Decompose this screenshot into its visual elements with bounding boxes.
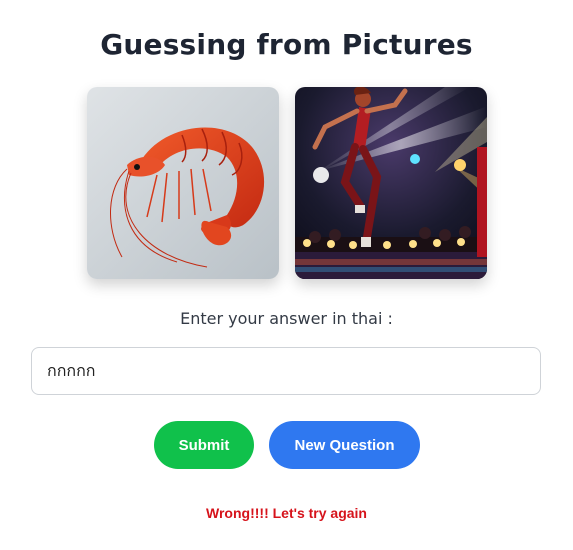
- answer-prompt: Enter your answer in thai :: [180, 309, 393, 328]
- answer-input[interactable]: [31, 347, 541, 395]
- page-title: Guessing from Pictures: [100, 28, 473, 61]
- game-container: Guessing from Pictures Enter your answer…: [0, 0, 573, 550]
- picture-row: [87, 87, 487, 279]
- feedback-message: Wrong!!!! Let's try again: [206, 505, 367, 521]
- new-question-button[interactable]: New Question: [269, 421, 420, 469]
- shrimp-picture: [87, 87, 279, 279]
- submit-button[interactable]: Submit: [154, 421, 254, 469]
- dancer-picture: [295, 87, 487, 279]
